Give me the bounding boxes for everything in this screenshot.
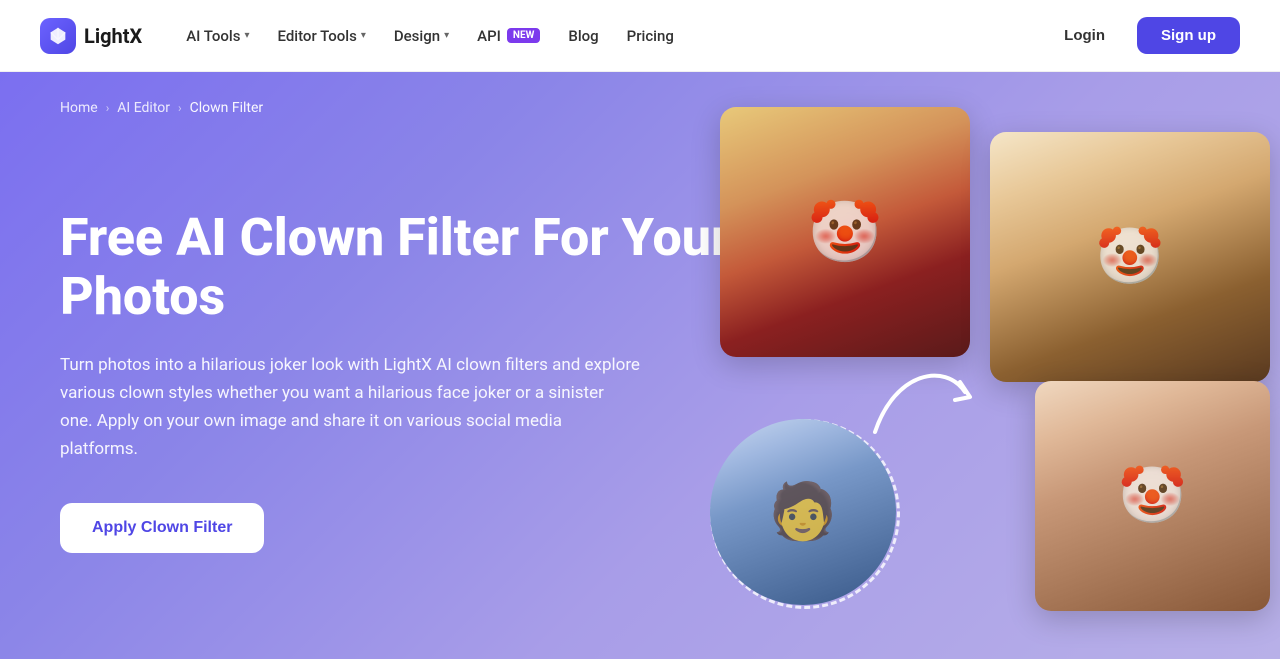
nav-item-blog[interactable]: Blog [556, 19, 610, 53]
nav-links: AI Tools ▾ Editor Tools ▾ Design ▾ API N… [174, 19, 1048, 53]
clown-image-1 [720, 107, 970, 357]
clown-image-1-content [720, 107, 970, 357]
navbar: LightX AI Tools ▾ Editor Tools ▾ Design … [0, 0, 1280, 72]
breadcrumb-ai-editor[interactable]: AI Editor [117, 100, 170, 116]
logo-text: LightX [84, 24, 142, 48]
nav-right: Login Sign up [1048, 17, 1240, 54]
original-person-content [710, 419, 896, 605]
signup-button[interactable]: Sign up [1137, 17, 1240, 54]
clown-image-3-content [1035, 381, 1270, 611]
original-image-inner [710, 419, 896, 605]
hero-description: Turn photos into a hilarious joker look … [60, 351, 640, 463]
hero-title: Free AI Clown Filter For Your Photos [60, 208, 740, 328]
hero-section: Home › AI Editor › Clown Filter Free AI … [0, 72, 1280, 659]
hero-content: Free AI Clown Filter For Your Photos Tur… [60, 178, 740, 554]
clown-image-2-content [990, 132, 1270, 382]
nav-item-pricing[interactable]: Pricing [615, 19, 686, 53]
login-button[interactable]: Login [1048, 19, 1121, 52]
breadcrumb: Home › AI Editor › Clown Filter [60, 100, 263, 116]
logo[interactable]: LightX [40, 18, 142, 54]
clown-image-2 [990, 132, 1270, 382]
chevron-down-icon: ▾ [444, 30, 449, 41]
original-person-image [710, 419, 900, 609]
breadcrumb-home[interactable]: Home [60, 100, 98, 116]
nav-item-ai-tools[interactable]: AI Tools ▾ [174, 19, 261, 53]
clown-image-3 [1035, 381, 1270, 611]
breadcrumb-current: Clown Filter [190, 100, 264, 116]
logo-icon [40, 18, 76, 54]
chevron-down-icon: ▾ [361, 30, 366, 41]
nav-item-design[interactable]: Design ▾ [382, 19, 461, 53]
chevron-down-icon: ▾ [244, 30, 249, 41]
nav-item-api[interactable]: API NEW [465, 19, 552, 53]
apply-clown-filter-button[interactable]: Apply Clown Filter [60, 503, 264, 553]
nav-item-editor-tools[interactable]: Editor Tools ▾ [266, 19, 378, 53]
breadcrumb-separator-1: › [106, 101, 110, 115]
hero-images [700, 72, 1280, 659]
breadcrumb-separator-2: › [178, 101, 182, 115]
